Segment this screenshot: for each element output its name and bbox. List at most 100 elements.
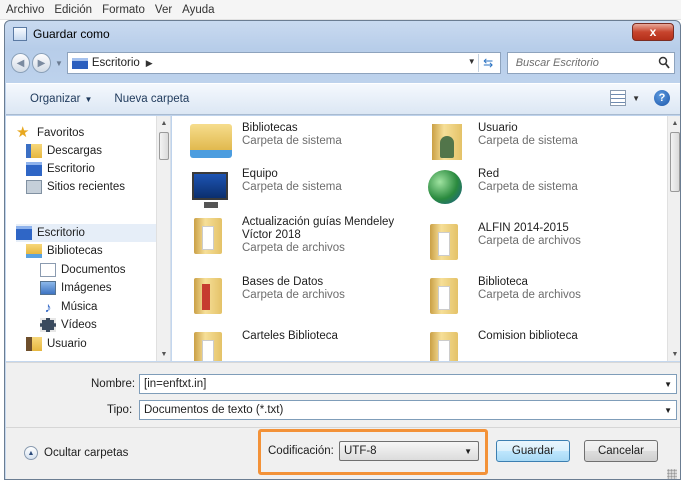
- save-button[interactable]: Guardar: [496, 440, 570, 462]
- address-location[interactable]: Escritorio: [92, 57, 140, 69]
- organize-button[interactable]: Organizar ▼: [30, 93, 92, 105]
- file-type: Carpeta de sistema: [478, 181, 578, 193]
- file-type-value[interactable]: Documentos de texto (*.txt): [144, 404, 283, 416]
- cancel-button[interactable]: Cancelar: [584, 440, 658, 462]
- save-as-dialog: Guardar como x ◀ ▶ ▼ Escritorio ▶ ▼ ⇆ Bu…: [4, 20, 681, 480]
- notepad-icon: [13, 27, 27, 41]
- sidebar-item-documents[interactable]: Documentos: [40, 261, 126, 279]
- sidebar-item-videos[interactable]: Vídeos: [40, 316, 97, 334]
- file-name: Carteles Biblioteca: [242, 330, 338, 342]
- sidebar-item-pictures[interactable]: Imágenes: [40, 279, 112, 297]
- folder-icon: [422, 330, 470, 361]
- sidebar-item-libraries[interactable]: Bibliotecas: [26, 242, 103, 260]
- file-type: Carpeta de sistema: [242, 181, 342, 193]
- back-button[interactable]: ◀: [11, 53, 30, 73]
- videos-icon: [40, 318, 56, 332]
- sidebar-item-user[interactable]: Usuario: [26, 335, 87, 353]
- file-item[interactable]: Bibliotecas Carpeta de sistema: [186, 122, 342, 162]
- file-name: ALFIN 2014-2015: [478, 222, 569, 234]
- file-item[interactable]: Biblioteca Carpeta de archivos: [422, 276, 581, 316]
- navigation-scrollbar[interactable]: ▲ ▼: [156, 116, 170, 361]
- menu-ver[interactable]: Ver: [155, 4, 172, 16]
- file-item[interactable]: Equipo Carpeta de sistema: [186, 168, 342, 208]
- sidebar-item-desktop-fav[interactable]: Escritorio: [26, 160, 95, 178]
- resize-grip-icon[interactable]: [667, 469, 677, 479]
- address-dropdown-icon[interactable]: ▼: [468, 57, 476, 66]
- scrollbar-thumb[interactable]: [670, 132, 680, 192]
- sidebar-item-favorites[interactable]: ★ Favoritos: [16, 124, 84, 142]
- hide-folders-label: Ocultar carpetas: [44, 447, 129, 459]
- file-name-line2: Víctor 2018: [242, 229, 301, 241]
- view-list-icon: [610, 90, 627, 106]
- forward-button[interactable]: ▶: [31, 53, 51, 73]
- desktop-icon: [71, 57, 88, 69]
- sidebar-item-recent[interactable]: Sitios recientes: [26, 178, 125, 196]
- file-item[interactable]: Carteles Biblioteca: [186, 330, 338, 361]
- file-name-field[interactable]: [in=enftxt.in] ▼: [139, 374, 677, 394]
- file-type: Carpeta de archivos: [478, 289, 581, 301]
- file-item[interactable]: Actualización guías Mendeley Víctor 2018…: [186, 216, 394, 256]
- sidebar-label: Favoritos: [37, 127, 85, 139]
- new-folder-label: Nueva carpeta: [114, 93, 190, 105]
- sidebar-item-music[interactable]: ♪ Música: [40, 298, 98, 316]
- scroll-up-icon[interactable]: ▲: [668, 116, 680, 130]
- menu-ayuda[interactable]: Ayuda: [182, 4, 214, 16]
- documents-icon: [40, 263, 56, 277]
- search-box[interactable]: Buscar Escritorio: [506, 52, 675, 74]
- change-view-button[interactable]: ▼: [610, 90, 640, 106]
- new-folder-button[interactable]: Nueva carpeta: [114, 93, 189, 105]
- sidebar-label: Música: [61, 301, 98, 313]
- pictures-icon: [40, 281, 56, 295]
- sidebar-label: Descargas: [47, 145, 102, 157]
- file-name-dropdown-icon[interactable]: ▼: [664, 380, 672, 389]
- menu-edicion[interactable]: Edición: [54, 4, 92, 16]
- breadcrumb-chevron-icon[interactable]: ▶: [146, 58, 153, 69]
- file-item[interactable]: Red Carpeta de sistema: [422, 168, 578, 208]
- history-dropdown-icon[interactable]: ▼: [55, 59, 63, 68]
- user-folder-icon: [422, 122, 470, 162]
- music-icon: ♪: [44, 299, 52, 315]
- encoding-highlight-box: [258, 429, 488, 475]
- file-item[interactable]: Bases de Datos Carpeta de archivos: [186, 276, 345, 316]
- file-type-select[interactable]: Documentos de texto (*.txt) ▼: [139, 400, 677, 420]
- desktop-icon: [16, 226, 32, 240]
- file-item[interactable]: ALFIN 2014-2015 Carpeta de archivos: [422, 222, 581, 262]
- sidebar-label: Sitios recientes: [47, 181, 125, 193]
- hide-folders-button[interactable]: ▲ Ocultar carpetas: [24, 446, 128, 460]
- scrollbar-thumb[interactable]: [159, 132, 169, 160]
- file-name: Biblioteca: [478, 276, 528, 288]
- file-name: Red: [478, 168, 500, 180]
- libraries-icon: [186, 122, 234, 162]
- file-list-scrollbar[interactable]: ▲ ▼: [667, 116, 680, 361]
- help-icon[interactable]: ?: [654, 90, 670, 106]
- star-icon: ★: [16, 124, 30, 141]
- menu-archivo[interactable]: Archivo: [6, 4, 44, 16]
- computer-icon: [186, 168, 234, 208]
- scroll-down-icon[interactable]: ▼: [157, 347, 170, 361]
- search-icon[interactable]: [658, 56, 670, 70]
- file-item[interactable]: Usuario Carpeta de sistema: [422, 122, 578, 162]
- sidebar-label: Usuario: [47, 338, 87, 350]
- refresh-icon[interactable]: ⇆: [477, 54, 498, 72]
- scroll-up-icon[interactable]: ▲: [157, 116, 170, 130]
- scroll-down-icon[interactable]: ▼: [668, 347, 680, 361]
- file-name-value[interactable]: [in=enftxt.in]: [144, 378, 206, 390]
- organize-label: Organizar: [30, 93, 81, 105]
- address-bar[interactable]: Escritorio ▶ ▼ ⇆: [66, 52, 501, 74]
- sidebar-item-downloads[interactable]: Descargas: [26, 142, 102, 160]
- title-bar: Guardar como x: [5, 21, 680, 47]
- sidebar-label: Imágenes: [61, 282, 112, 294]
- desktop-icon: [26, 162, 42, 176]
- sidebar-label: Escritorio: [37, 227, 85, 239]
- name-label: Nombre:: [91, 378, 136, 390]
- sidebar-item-desktop[interactable]: Escritorio: [16, 224, 156, 242]
- menu-formato[interactable]: Formato: [102, 4, 145, 16]
- app-menubar: Archivo Edición Formato Ver Ayuda: [0, 0, 681, 20]
- file-name: Comision biblioteca: [478, 330, 578, 342]
- close-button[interactable]: x: [632, 23, 674, 41]
- search-input[interactable]: Buscar Escritorio: [516, 57, 599, 69]
- file-type-dropdown-icon[interactable]: ▼: [664, 406, 672, 415]
- file-item[interactable]: Comision biblioteca: [422, 330, 578, 361]
- file-list: Bibliotecas Carpeta de sistema Usuario C…: [172, 116, 680, 361]
- file-type: Carpeta de archivos: [242, 242, 345, 254]
